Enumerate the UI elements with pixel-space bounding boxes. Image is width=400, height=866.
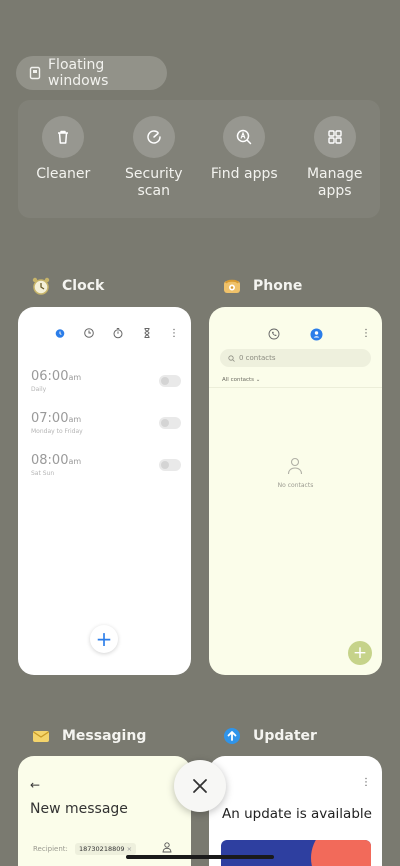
update-banner-image — [221, 840, 371, 866]
messaging-app-header[interactable]: Messaging — [30, 725, 146, 747]
trash-icon — [42, 116, 85, 158]
floating-windows-button[interactable]: Floating windows — [16, 56, 167, 90]
phone-app-icon — [221, 275, 243, 297]
update-available-title: An update is available — [222, 806, 372, 822]
back-arrow-icon[interactable]: ← — [30, 778, 40, 792]
world-clock-icon[interactable] — [83, 327, 95, 339]
updater-app-name: Updater — [253, 728, 317, 744]
find-apps-icon — [223, 116, 266, 158]
floating-window-icon — [29, 66, 41, 80]
person-placeholder-icon — [287, 457, 303, 475]
grid-icon — [313, 116, 356, 158]
tool-label: Find apps — [210, 166, 278, 182]
messaging-app-name: Messaging — [62, 728, 147, 744]
empty-state-text: No contacts — [277, 482, 314, 489]
tool-security-scan[interactable]: Security scan — [110, 116, 198, 218]
add-contact-icon[interactable] — [162, 842, 172, 853]
contacts-search-placeholder: 0 contacts — [239, 354, 276, 362]
add-alarm-button[interactable]: + — [90, 625, 118, 653]
clock-tabs — [54, 327, 153, 339]
alarm-toggle[interactable] — [159, 459, 181, 471]
recipient-chip[interactable]: 18730218809 × — [75, 843, 137, 855]
phone-app-header[interactable]: Phone — [221, 275, 302, 297]
alarm-row[interactable]: 08:00am Sat Sun — [31, 453, 181, 493]
messaging-app-icon — [30, 725, 52, 747]
alarm-row[interactable]: 06:00am Daily — [31, 369, 181, 409]
add-contact-button[interactable]: + — [348, 641, 372, 665]
updater-app-preview[interactable]: ⋮ An update is available — [209, 756, 382, 866]
alarm-time: 08:00 — [31, 453, 69, 468]
alarm-icon[interactable] — [54, 327, 66, 339]
new-message-title: New message — [30, 801, 128, 817]
tool-label: Cleaner — [36, 166, 91, 182]
clock-app-name: Clock — [62, 278, 105, 294]
floating-windows-label: Floating windows — [48, 57, 109, 89]
alarm-ampm: am — [68, 457, 82, 466]
alarm-ampm: am — [68, 415, 82, 424]
tool-find-apps[interactable]: Find apps — [200, 116, 288, 218]
alarm-repeat: Daily — [31, 386, 47, 393]
tool-manage-apps[interactable]: Manage apps — [291, 116, 379, 218]
speedometer-icon — [132, 116, 175, 158]
alarm-toggle[interactable] — [159, 375, 181, 387]
alarm-repeat: Sat Sun — [31, 470, 55, 477]
messaging-app-preview[interactable]: ← New message Recipient: 18730218809 × — [18, 756, 191, 866]
alarm-toggle[interactable] — [159, 417, 181, 429]
close-icon — [193, 779, 207, 793]
more-options-icon[interactable]: ⋮ — [361, 329, 371, 339]
search-icon — [228, 354, 235, 362]
alarm-repeat: Monday to Friday — [31, 428, 83, 435]
phone-app-preview[interactable]: ⋮ 0 contacts All contacts ⌄ No contacts … — [209, 307, 382, 675]
clock-app-preview[interactable]: ⋮ 06:00am Daily 07:00am Monday to Friday… — [18, 307, 191, 675]
alarm-row[interactable]: 07:00am Monday to Friday — [31, 411, 181, 451]
stopwatch-icon[interactable] — [112, 327, 124, 339]
phone-app-name: Phone — [253, 278, 303, 294]
tool-cleaner[interactable]: Cleaner — [19, 116, 107, 218]
contacts-search-input[interactable]: 0 contacts — [220, 349, 371, 367]
timer-icon[interactable] — [141, 327, 153, 339]
contacts-tab-icon[interactable] — [310, 328, 323, 341]
chevron-down-icon: ⌄ — [255, 377, 261, 383]
contacts-filter-dropdown[interactable]: All contacts ⌄ — [222, 377, 260, 383]
divider — [209, 387, 382, 388]
call-log-tab-icon[interactable] — [268, 328, 280, 340]
tool-label: Manage apps — [306, 166, 363, 199]
recipient-label: Recipient: — [33, 845, 68, 853]
plus-icon: + — [352, 643, 368, 663]
clock-app-header[interactable]: Clock — [30, 275, 104, 297]
alarm-time: 06:00 — [31, 369, 69, 384]
more-options-icon[interactable]: ⋮ — [169, 329, 179, 339]
tool-label: Security scan — [125, 166, 183, 199]
close-all-button[interactable] — [174, 760, 226, 812]
remove-recipient-icon[interactable]: × — [127, 845, 132, 853]
clock-app-icon — [30, 275, 52, 297]
home-indicator[interactable] — [126, 855, 274, 859]
more-options-icon[interactable]: ⋮ — [361, 778, 371, 788]
plus-icon: + — [95, 627, 113, 651]
quick-tools-panel: Cleaner Security scan Find apps Manage a… — [18, 100, 380, 218]
alarm-ampm: am — [68, 373, 82, 382]
alarm-time: 07:00 — [31, 411, 69, 426]
updater-app-icon — [221, 725, 243, 747]
updater-app-header[interactable]: Updater — [221, 725, 317, 747]
